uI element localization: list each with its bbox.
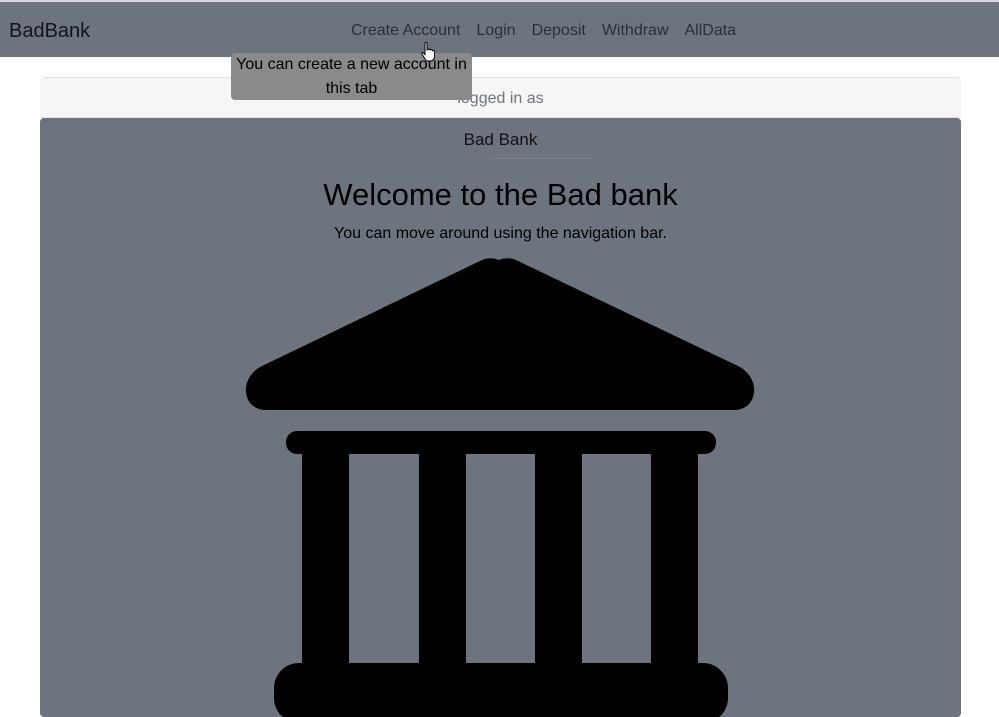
- card-body: Bad Bank Welcome to the Bad bank You can…: [40, 118, 961, 717]
- welcome-card: logged in as Bad Bank Welcome to the Bad…: [40, 77, 961, 717]
- nav-links: Create Account Login Deposit Withdraw Al…: [343, 19, 744, 43]
- top-navbar: BadBank Create Account Login Deposit Wit…: [0, 0, 999, 57]
- bank-building-icon: [245, 258, 755, 717]
- nav-withdraw[interactable]: Withdraw: [594, 19, 677, 43]
- hand-pointer-icon: [421, 42, 435, 62]
- title-divider: [491, 158, 591, 159]
- card-title: Bad Bank: [463, 130, 538, 149]
- logged-in-header: logged in as: [40, 77, 961, 118]
- nav-deposit[interactable]: Deposit: [524, 19, 594, 43]
- nav-create-account[interactable]: Create Account: [343, 19, 468, 43]
- brand-link[interactable]: BadBank: [9, 19, 90, 43]
- welcome-subtext: You can move around using the navigation…: [334, 225, 667, 242]
- welcome-heading: Welcome to the Bad bank: [323, 177, 678, 212]
- create-account-tooltip: You can create a new account in this tab: [231, 53, 472, 100]
- nav-login[interactable]: Login: [468, 19, 523, 43]
- nav-alldata[interactable]: AllData: [677, 19, 745, 43]
